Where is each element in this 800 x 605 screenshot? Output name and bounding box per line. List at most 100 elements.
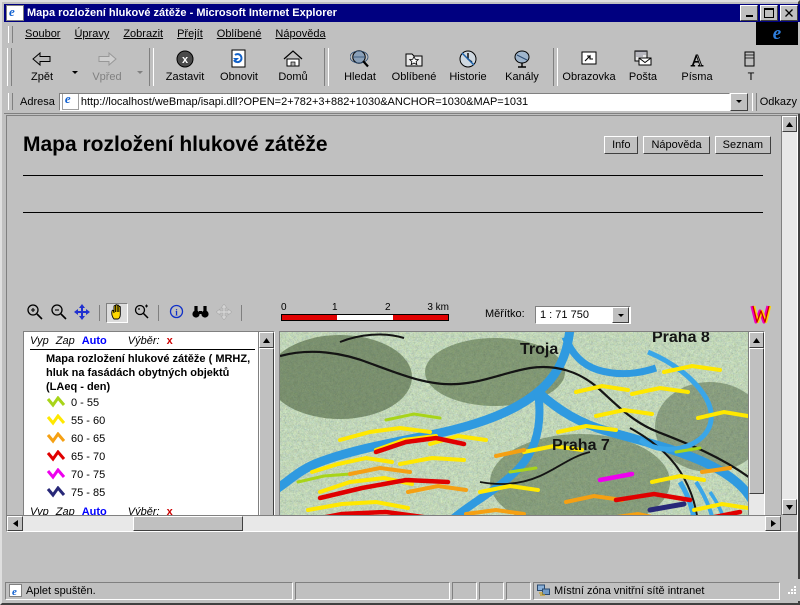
legend-item[interactable]: 70 - 75 — [30, 466, 255, 484]
history-clock-icon — [456, 48, 480, 70]
address-history-dropdown[interactable] — [729, 92, 748, 111]
page-scroll-up-button[interactable] — [782, 116, 797, 132]
ie-document-icon — [6, 4, 24, 21]
list-button[interactable]: Seznam — [714, 136, 771, 154]
scale-dropdown-button[interactable] — [612, 307, 629, 323]
page-scroll-right-button[interactable] — [765, 516, 781, 531]
legend-item-label: 70 - 75 — [71, 469, 106, 481]
info-identify-icon: i — [169, 304, 184, 322]
identify-button[interactable]: i — [165, 303, 187, 323]
toolbar-mail-button[interactable]: Pošta — [616, 46, 670, 88]
toolbar-back-dropdown[interactable] — [69, 46, 80, 88]
legend-group-1-controls: Vyp Zap Auto Výběr: x — [30, 334, 255, 350]
find-button[interactable] — [189, 303, 211, 323]
ie-animated-logo: e — [756, 22, 798, 45]
address-url-text: http://localhost/weBmap/isapi.dll?OPEN=2… — [80, 95, 529, 108]
map-toolbar-separator — [99, 305, 100, 321]
page-scroll-down-button[interactable] — [782, 499, 797, 515]
close-button[interactable] — [780, 5, 798, 21]
toolbar-forward-button[interactable]: Vpřed — [80, 46, 134, 88]
zoom-select-button[interactable] — [130, 303, 152, 323]
toolbar-forward-dropdown[interactable] — [134, 46, 145, 88]
hand-pan-button[interactable] — [106, 303, 128, 323]
menu-item-prejit[interactable]: Přejít — [170, 26, 210, 42]
toolbar-home-button[interactable]: Domů — [266, 46, 320, 88]
legend-item[interactable]: 0 - 55 — [30, 394, 255, 412]
page-horizontal-scrollbar[interactable] — [7, 515, 781, 531]
legend-select-clear-icon[interactable]: x — [167, 335, 173, 347]
map-scroll-up-button[interactable] — [749, 332, 764, 348]
toolbar-print-button[interactable]: T — [724, 46, 778, 88]
browser-window: Mapa rozložení hlukové zátěže - Microsof… — [0, 0, 800, 605]
menu-item-upravy[interactable]: Úpravy — [67, 26, 116, 42]
resize-grip[interactable] — [784, 584, 798, 598]
recenter-icon — [215, 303, 233, 323]
page-vertical-track[interactable] — [782, 132, 797, 499]
legend-panel: Vyp Zap Auto Výběr: x Mapa rozložení hlu… — [23, 331, 275, 531]
menu-item-zobrazit[interactable]: Zobrazit — [116, 26, 170, 42]
legend-on-button[interactable]: Zap — [56, 335, 75, 347]
address-drag-grip[interactable] — [8, 93, 13, 110]
toolbar-back-button[interactable]: Zpět — [15, 46, 69, 88]
toolbar-stop-button[interactable]: x Zastavit — [158, 46, 212, 88]
chevron-down-icon — [617, 313, 624, 317]
page-vertical-scrollbar[interactable] — [781, 116, 797, 515]
address-input[interactable]: http://localhost/weBmap/isapi.dll?OPEN=2… — [58, 92, 730, 111]
status-zone-text: Místní zóna vnitřní sítě intranet — [554, 585, 705, 597]
page-horizontal-track[interactable] — [23, 516, 765, 531]
toolbar-search-button[interactable]: Hledat — [333, 46, 387, 88]
scale-select[interactable]: 1 : 71 750 — [535, 306, 631, 324]
refresh-icon — [227, 48, 251, 70]
maximize-button[interactable] — [760, 5, 778, 21]
svg-text:x: x — [182, 54, 189, 66]
zoom-out-button[interactable] — [47, 303, 69, 323]
browser-toolbar: Zpět Vpřed x Zastavit Obnovit Domů Hleda… — [4, 46, 800, 91]
menu-label-zobrazit: Zobrazit — [123, 28, 164, 40]
map-vertical-thumb[interactable] — [749, 348, 764, 494]
menu-item-soubor[interactable]: Soubor — [18, 26, 67, 42]
info-button[interactable]: Info — [604, 136, 639, 154]
page-content: Mapa rozložení hlukové zátěže Info Nápov… — [7, 116, 781, 531]
legend-scroll-track[interactable] — [259, 348, 274, 531]
zoom-in-button[interactable] — [23, 303, 45, 323]
find-binoculars-icon — [191, 305, 209, 322]
legend-auto-button[interactable]: Auto — [82, 335, 107, 347]
legend-item[interactable]: 65 - 70 — [30, 448, 255, 466]
minimize-button[interactable] — [740, 5, 758, 21]
legend-item[interactable]: 75 - 85 — [30, 484, 255, 502]
toolbar-fullscreen-button[interactable]: Obrazovka — [562, 46, 616, 88]
forward-arrow-icon — [95, 48, 119, 70]
page-horizontal-thumb[interactable] — [133, 516, 243, 531]
toolbar-refresh-button[interactable]: Obnovit — [212, 46, 266, 88]
legend-swatch-icon — [46, 449, 66, 465]
pan-arrows-button[interactable] — [71, 303, 93, 323]
map-graphic: Troja Praha 8 Praha 7 Praha 1 Praha 3 Pr… — [280, 332, 748, 531]
legend-item-label: 65 - 70 — [71, 451, 106, 463]
map-vertical-scrollbar[interactable] — [748, 332, 764, 531]
menu-item-napoveda[interactable]: Nápověda — [268, 26, 332, 42]
toolbar-history-button[interactable]: Historie — [441, 46, 495, 88]
legend-scroll-thumb[interactable] — [259, 348, 274, 526]
help-button[interactable]: Nápověda — [643, 136, 710, 154]
menu-item-oblibene[interactable]: Oblíbené — [210, 26, 269, 42]
scalebar-segment-2 — [337, 315, 393, 320]
legend-off-button[interactable]: Vyp — [30, 335, 49, 347]
legend-scrollbar[interactable] — [258, 332, 274, 531]
page-scroll-left-button[interactable] — [7, 516, 23, 531]
scalebar-segment-1 — [282, 315, 338, 320]
chevron-down-icon — [136, 70, 143, 74]
legend-item[interactable]: 55 - 60 — [30, 412, 255, 430]
menu-drag-grip[interactable] — [8, 25, 13, 43]
map-vertical-track[interactable] — [749, 348, 764, 531]
legend-item[interactable]: 60 - 65 — [30, 430, 255, 448]
toolbar-drag-grip[interactable] — [7, 48, 12, 86]
scroll-up-button[interactable] — [259, 332, 274, 348]
links-drag-grip[interactable] — [751, 92, 757, 111]
toolbar-favorites-button[interactable]: Oblíbené — [387, 46, 441, 88]
toolbar-fonts-button[interactable]: A Písma — [670, 46, 724, 88]
map-canvas[interactable]: Troja Praha 8 Praha 7 Praha 1 Praha 3 Pr… — [280, 332, 748, 531]
links-button[interactable]: Odkazy — [760, 96, 797, 108]
toolbar-channels-button[interactable]: Kanály — [495, 46, 549, 88]
title-bar: Mapa rozložení hlukové zátěže - Microsof… — [4, 4, 800, 22]
recenter-button[interactable] — [213, 303, 235, 323]
